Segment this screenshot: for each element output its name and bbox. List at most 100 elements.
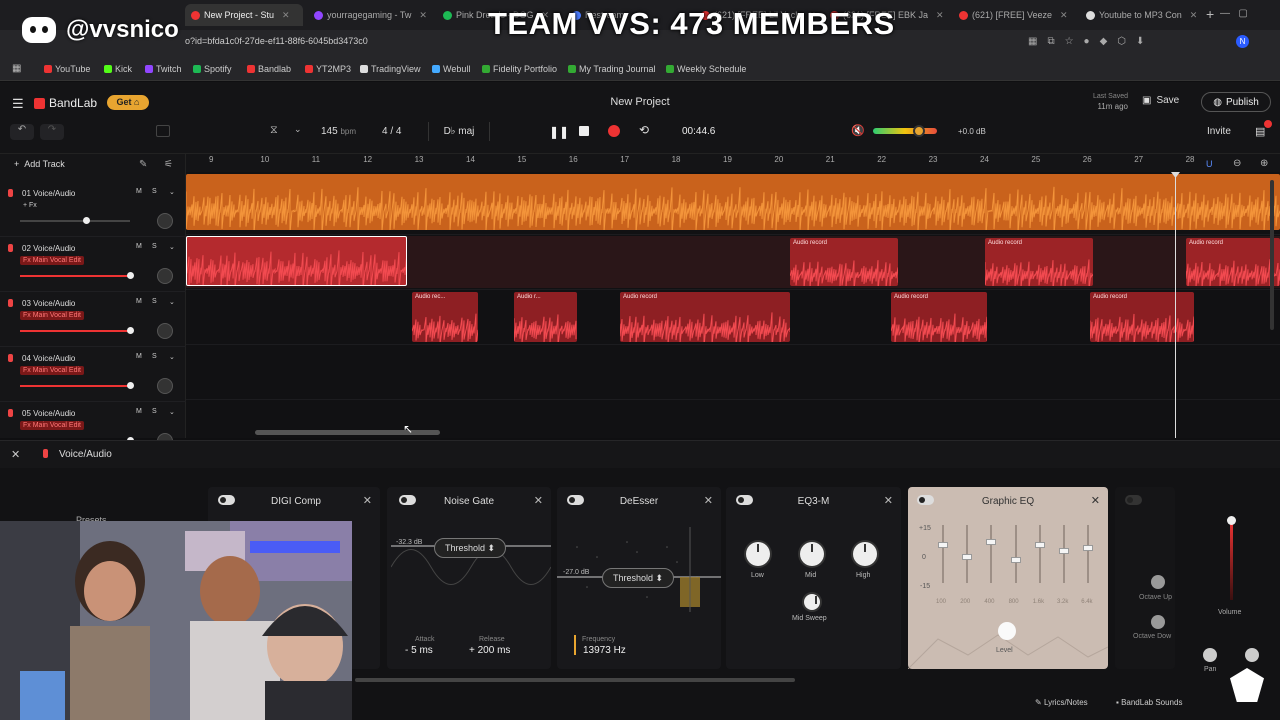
octave-down-knob[interactable] <box>1151 615 1165 629</box>
master-volume-slider[interactable] <box>873 125 937 137</box>
geq-band-fader[interactable] <box>942 525 944 583</box>
browser-toolbar-icons[interactable]: ▦⧉☆●◆⬡⬇ <box>1028 36 1154 47</box>
solo-button[interactable]: S <box>152 298 157 305</box>
track-pan-knob[interactable] <box>157 268 173 284</box>
track-pan-knob[interactable] <box>157 378 173 394</box>
bookmark-youtube[interactable]: YouTube <box>44 64 90 74</box>
track-expand-icon[interactable]: ⌄ <box>169 408 175 416</box>
mute-button[interactable]: M <box>136 408 142 415</box>
browser-tab[interactable]: (621) [FREE] Veeze ✕ <box>953 4 1077 26</box>
invite-button[interactable]: Invite <box>1207 126 1231 137</box>
track-header[interactable]: 03 Voice/Audio Fx Main Vocal Edit M S ⌄ <box>0 292 186 347</box>
track-volume-thumb[interactable] <box>82 217 90 224</box>
output-pan-knob[interactable] <box>1203 648 1217 662</box>
digi-comp-toggle[interactable] <box>218 495 235 505</box>
redo-button[interactable]: ↷ <box>40 124 64 140</box>
vertical-scrollbar[interactable] <box>1270 180 1274 330</box>
apps-grid-icon[interactable]: ▦ <box>12 63 21 74</box>
bandlab-logo[interactable]: BandLab <box>34 96 97 110</box>
audio-clip[interactable]: Audio record <box>1186 238 1280 286</box>
browser-tab[interactable]: yourragegaming - Tw ✕ <box>308 4 432 26</box>
solo-button[interactable]: S <box>152 408 157 415</box>
add-track-button[interactable]: + Add Track <box>14 159 65 169</box>
track-expand-icon[interactable]: ⌄ <box>169 298 175 306</box>
eq3m-toggle[interactable] <box>736 495 753 505</box>
metronome-dropdown-icon[interactable]: ⌄ <box>294 124 302 135</box>
track-pan-knob[interactable] <box>157 213 173 229</box>
track-name[interactable]: 05 Voice/Audio <box>22 409 75 418</box>
zoom-out-icon[interactable]: ⊖ <box>1233 158 1241 169</box>
noise-gate-threshold-pill[interactable]: Threshold ⬍ <box>434 538 506 558</box>
geq-band-fader[interactable] <box>1087 525 1090 583</box>
remove-plugin-icon[interactable]: ✕ <box>363 494 372 507</box>
track-fx-badge[interactable]: Fx Main Vocal Edit <box>20 256 84 265</box>
mute-button[interactable]: M <box>136 243 142 250</box>
bandlab-sounds-button[interactable]: ▪ BandLab Sounds <box>1116 698 1182 707</box>
close-tab-icon[interactable]: ✕ <box>419 10 427 21</box>
bookmark-weekly-schedule[interactable]: Weekly Schedule <box>666 64 746 74</box>
audio-clip[interactable]: Audio record <box>1090 292 1194 342</box>
metronome-icon[interactable]: ⧖ <box>270 124 278 137</box>
close-tab-icon[interactable]: ✕ <box>282 10 290 21</box>
deesser-toggle[interactable] <box>567 495 584 505</box>
track-volume-thumb[interactable] <box>126 382 134 389</box>
audio-clip[interactable] <box>186 236 407 286</box>
bookmark-fidelity[interactable]: Fidelity Portfolio <box>482 64 557 74</box>
browser-tab-bandlab[interactable]: New Project - Stu ✕ <box>185 4 303 26</box>
window-controls-icon[interactable]: — ▢ <box>1220 8 1248 19</box>
attack-value[interactable]: - 5 ms <box>405 645 433 656</box>
close-fx-panel-icon[interactable]: ✕ <box>11 448 20 461</box>
bookmark-twitch[interactable]: Twitch <box>145 64 182 74</box>
bookmark-webull[interactable]: Webull <box>432 64 470 74</box>
audio-clip[interactable]: Audio record <box>790 238 898 286</box>
time-signature-field[interactable]: 4 / 4 <box>382 126 401 137</box>
output-volume-thumb[interactable] <box>1227 516 1236 525</box>
bookmark-spotify[interactable]: Spotify <box>193 64 232 74</box>
deesser-threshold-pill[interactable]: Threshold ⬍ <box>602 568 674 588</box>
close-tab-icon[interactable]: ✕ <box>936 10 944 21</box>
track-volume-slider[interactable] <box>20 385 130 387</box>
track-header[interactable]: 02 Voice/Audio Fx Main Vocal Edit M S ⌄ <box>0 237 186 292</box>
track-settings-icon[interactable]: ⚟ <box>164 159 173 170</box>
url-field[interactable]: o?id=bfda1c0f-27de-ef11-88f6-6045bd3473c… <box>185 36 368 46</box>
track-volume-thumb[interactable] <box>126 272 134 279</box>
mute-button[interactable]: M <box>136 353 142 360</box>
close-tab-icon[interactable]: ✕ <box>1060 10 1068 21</box>
track-expand-icon[interactable]: ⌄ <box>169 188 175 196</box>
eq-low-knob[interactable] <box>746 542 770 566</box>
master-volume-thumb[interactable] <box>913 125 926 137</box>
audio-clip[interactable]: Audio r... <box>514 292 577 342</box>
stop-button[interactable] <box>579 126 589 136</box>
release-value[interactable]: + 200 ms <box>469 645 510 656</box>
solo-button[interactable]: S <box>152 353 157 360</box>
new-tab-icon[interactable]: + <box>1206 6 1214 22</box>
mute-button[interactable]: M <box>136 188 142 195</box>
audio-clip[interactable]: Audio record <box>985 238 1093 286</box>
browser-tab[interactable]: Youtube to MP3 Con ✕ <box>1080 4 1198 26</box>
key-selector[interactable]: D♭ maj <box>428 122 490 141</box>
remove-plugin-icon[interactable]: ✕ <box>884 494 893 507</box>
track-fx-badge[interactable]: Fx Main Vocal Edit <box>20 366 84 375</box>
track-fx-badge[interactable]: + Fx <box>20 201 40 210</box>
bookmark-yt2mp3[interactable]: YT2MP3 <box>305 64 351 74</box>
fx-horizontal-scrollbar[interactable] <box>355 678 795 682</box>
track-volume-thumb[interactable] <box>126 327 134 334</box>
geq-band-thumb[interactable] <box>962 553 973 560</box>
frequency-value[interactable]: 13973 Hz <box>583 645 626 656</box>
bookmark-trading-journal[interactable]: My Trading Journal <box>568 64 656 74</box>
get-membership-button[interactable]: Get ⌂ <box>107 95 149 110</box>
remove-plugin-icon[interactable]: ✕ <box>534 494 543 507</box>
geq-level-knob[interactable] <box>998 622 1016 640</box>
audio-clip[interactable] <box>186 174 1280 230</box>
undo-button[interactable]: ↶ <box>10 124 34 140</box>
track-name[interactable]: 03 Voice/Audio <box>22 299 75 308</box>
noise-gate-toggle[interactable] <box>399 495 416 505</box>
lyrics-notes-button[interactable]: ✎ Lyrics/Notes <box>1035 698 1088 707</box>
geq-band-thumb[interactable] <box>1083 545 1094 552</box>
track-header[interactable]: 01 Voice/Audio + Fx M S ⌄ <box>0 182 186 237</box>
record-button[interactable] <box>608 125 620 137</box>
track-volume-slider[interactable] <box>20 330 130 332</box>
geq-band-thumb[interactable] <box>1010 556 1021 563</box>
profile-avatar-icon[interactable]: N <box>1236 35 1249 48</box>
graphic-eq-toggle[interactable] <box>917 495 934 505</box>
